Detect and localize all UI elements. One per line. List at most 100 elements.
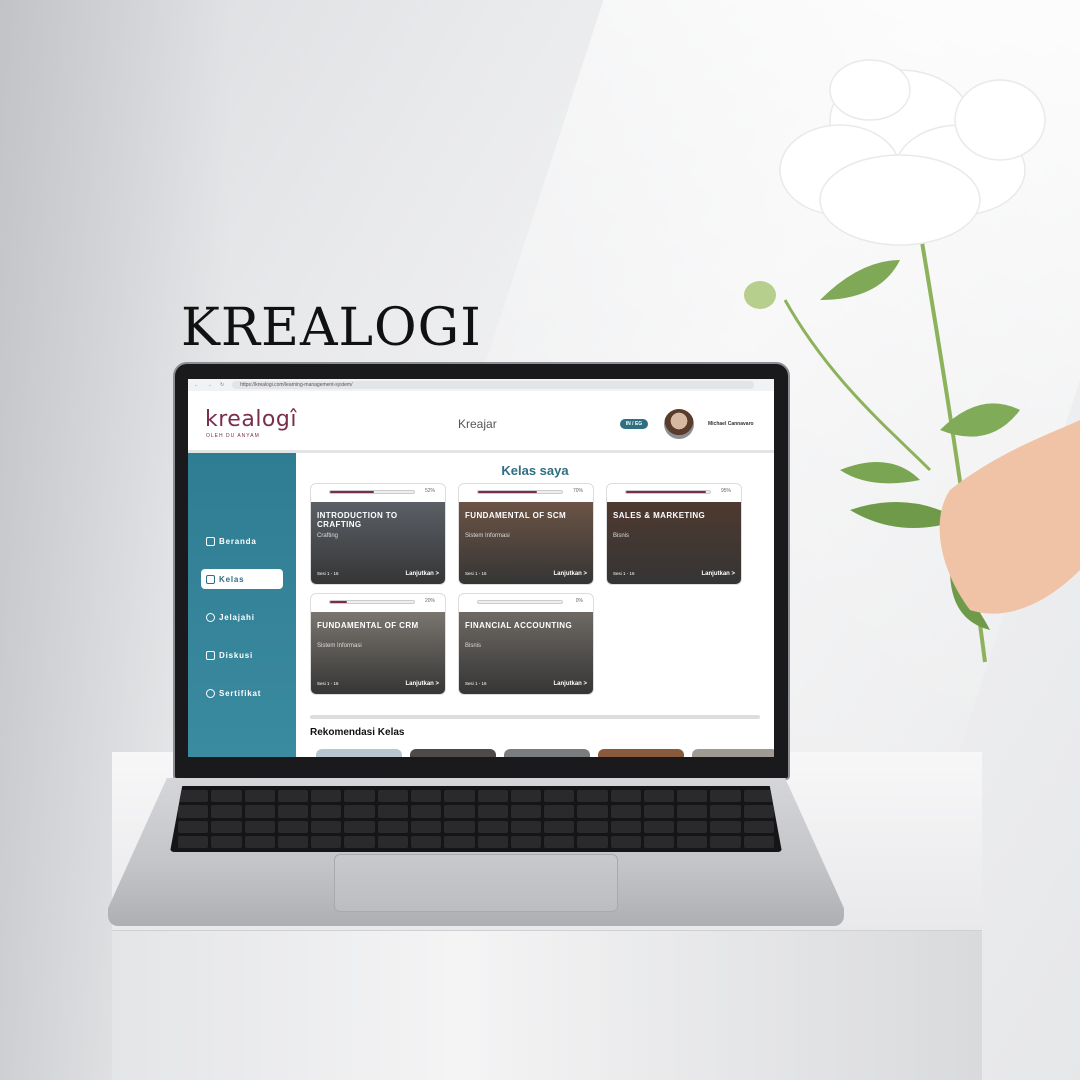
progress-bar xyxy=(477,600,563,604)
keyboard-key xyxy=(510,790,542,803)
course-sessions: Sesi 1 - 16 xyxy=(465,681,487,686)
keyboard-key xyxy=(710,835,741,848)
keyboard-key xyxy=(544,790,575,803)
recommendation-card[interactable] xyxy=(316,749,402,757)
sidebar-item-label: Beranda xyxy=(219,536,257,546)
course-sessions: Sesi 1 - 16 xyxy=(317,681,339,686)
recommendation-card[interactable] xyxy=(504,749,590,757)
keyboard-key xyxy=(344,805,375,818)
keyboard-key xyxy=(677,805,708,818)
course-category: Sistem Informasi xyxy=(317,643,362,649)
keyboard-key xyxy=(643,805,675,818)
compass-icon xyxy=(206,612,215,622)
sidebar-item-label: Diskusi xyxy=(219,650,254,660)
keyboard-key xyxy=(610,835,641,848)
course-card[interactable]: 70% FUNDAMENTAL OF SCM Sistem Informasi … xyxy=(458,483,594,585)
progress-bar xyxy=(329,600,415,604)
keyboard-key xyxy=(610,805,641,818)
keyboard-key xyxy=(178,835,209,848)
keyboard-key xyxy=(477,835,508,848)
sidebar-item-jelajahi[interactable]: Jelajahi xyxy=(201,607,283,627)
url-text: https://krealogi.com/learning-management… xyxy=(240,382,353,388)
keyboard-key xyxy=(444,790,475,803)
certificate-icon xyxy=(206,688,215,698)
course-category: Bisnis xyxy=(613,533,630,539)
keyboard-key xyxy=(444,820,475,833)
keyboard-key xyxy=(410,835,442,848)
continue-link[interactable]: Lanjutkan > xyxy=(405,681,439,687)
progress-percent: 52% xyxy=(424,488,435,494)
sidebar-item-label: Sertifikat xyxy=(219,688,262,698)
keyboard-key xyxy=(477,805,508,818)
app-header: krealogî OLEH DU ANYAM Kreajar IN / EG M… xyxy=(188,391,774,453)
sidebar-item-sertifikat[interactable]: Sertifikat xyxy=(201,683,283,703)
keyboard-key xyxy=(410,820,442,833)
back-icon[interactable]: ← xyxy=(194,382,199,388)
laptop-keyboard xyxy=(170,786,782,852)
continue-link[interactable]: Lanjutkan > xyxy=(405,571,439,577)
continue-link[interactable]: Lanjutkan > xyxy=(553,681,587,687)
keyboard-key xyxy=(211,835,242,848)
keyboard-key xyxy=(244,805,275,818)
course-title: FUNDAMENTAL OF SCM xyxy=(465,511,567,520)
keyboard-key xyxy=(277,805,309,818)
recommendation-card[interactable] xyxy=(410,749,496,757)
forward-icon[interactable]: → xyxy=(207,382,212,388)
progress-fill xyxy=(478,491,537,493)
keyboard-key xyxy=(544,820,575,833)
keyboard-key xyxy=(410,790,442,803)
keyboard-key xyxy=(410,805,442,818)
keyboard-key xyxy=(244,790,275,803)
keyboard-key xyxy=(677,820,708,833)
keyboard-key xyxy=(178,820,209,833)
chat-icon xyxy=(206,650,215,660)
keyboard-key xyxy=(643,820,675,833)
keyboard-key xyxy=(743,820,774,833)
recommendation-card[interactable] xyxy=(692,749,774,757)
reload-icon[interactable]: ↻ xyxy=(220,382,224,388)
keyboard-key xyxy=(577,790,608,803)
keyboard-key xyxy=(377,805,408,818)
keyboard-key xyxy=(444,805,475,818)
progress-percent: 20% xyxy=(424,598,435,604)
course-card[interactable]: 0% FINANCIAL ACCOUNTING Bisnis Sesi 1 - … xyxy=(458,593,594,695)
sidebar-item-beranda[interactable]: Beranda xyxy=(201,531,283,551)
keyboard-key xyxy=(477,790,508,803)
keyboard-key xyxy=(677,790,708,803)
continue-link[interactable]: Lanjutkan > xyxy=(553,571,587,577)
url-bar[interactable]: https://krealogi.com/learning-management… xyxy=(232,381,754,389)
avatar[interactable] xyxy=(664,409,694,439)
keyboard-key xyxy=(743,805,774,818)
recommendation-card[interactable] xyxy=(598,749,684,757)
course-card[interactable]: 20% FUNDAMENTAL OF CRM Sistem Informasi … xyxy=(310,593,446,695)
progress-fill xyxy=(330,491,374,493)
sidebar-item-diskusi[interactable]: Diskusi xyxy=(201,645,283,665)
laptop-touchpad xyxy=(334,854,618,912)
keyboard-key xyxy=(743,790,774,803)
keyboard-key xyxy=(277,835,309,848)
book-icon xyxy=(206,574,215,584)
language-toggle[interactable]: IN / EG xyxy=(620,419,648,429)
keyboard-key xyxy=(577,820,608,833)
krealogi-logo[interactable]: krealogî xyxy=(205,407,297,432)
progress-bar xyxy=(477,490,563,494)
progress-percent: 0% xyxy=(575,598,583,604)
keyboard-key xyxy=(311,835,342,848)
keyboard-key xyxy=(311,805,342,818)
keyboard-key xyxy=(444,835,475,848)
keyboard-key xyxy=(244,820,275,833)
keyboard-key xyxy=(510,820,542,833)
keyboard-key xyxy=(344,820,375,833)
course-title: FINANCIAL ACCOUNTING xyxy=(465,621,573,630)
course-card[interactable]: 52% INTRODUCTION TO CRAFTING Crafting Se… xyxy=(310,483,446,585)
sidebar-item-kelas[interactable]: Kelas xyxy=(201,569,283,589)
keyboard-key xyxy=(178,805,209,818)
keyboard-key xyxy=(277,790,309,803)
progress-fill xyxy=(626,491,706,493)
keyboard-key xyxy=(710,790,741,803)
sidebar: Beranda Kelas Jelajahi Diskusi Sertifika… xyxy=(188,453,296,757)
poster-brand-title: KREALOGI xyxy=(181,298,482,358)
progress-bar xyxy=(329,490,415,494)
keyboard-key xyxy=(743,835,774,848)
keyboard-key xyxy=(211,790,242,803)
